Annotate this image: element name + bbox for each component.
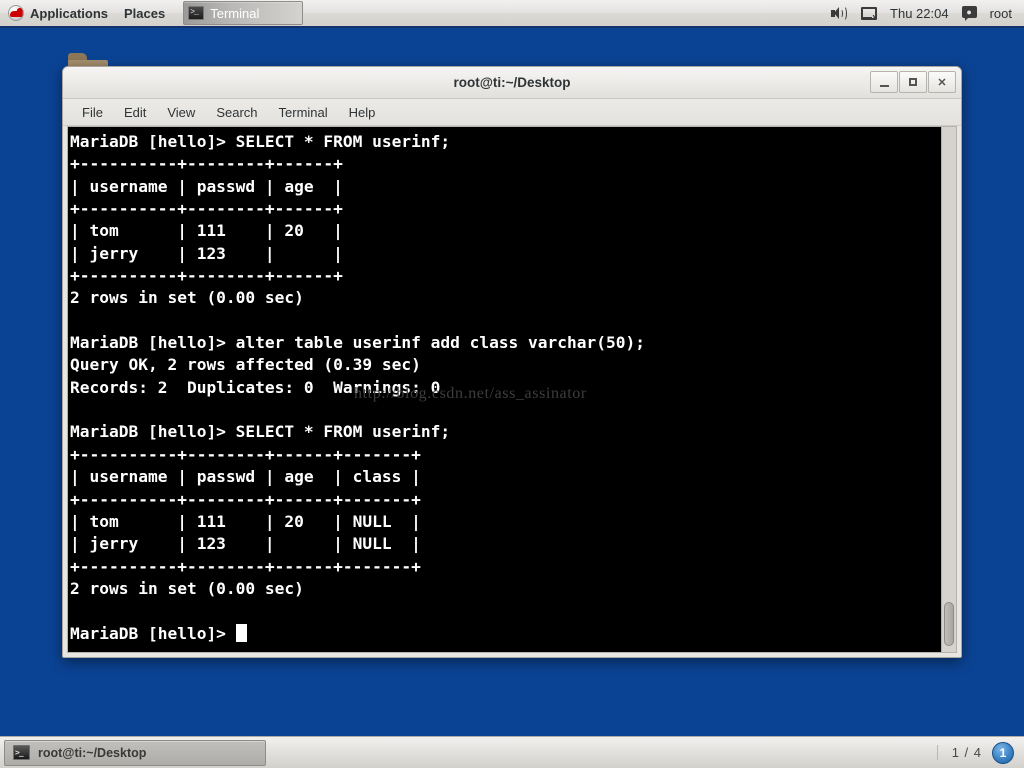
user-name[interactable]: root [990, 6, 1012, 21]
terminal-line: +----------+--------+------+-------+ [70, 489, 421, 509]
user-icon[interactable]: ● [961, 6, 977, 21]
system-tray: x Thu 22:04 ● root [830, 5, 1024, 22]
terminal-icon: >_ [13, 745, 30, 760]
workspace-current-badge[interactable]: 1 [992, 741, 1014, 764]
terminal-line: +----------+--------+------+ [70, 266, 343, 286]
terminal-cursor [235, 623, 247, 642]
menu-help[interactable]: Help [340, 102, 385, 123]
applications-menu[interactable]: Applications [0, 0, 116, 26]
menu-bar: File Edit View Search Terminal Help [63, 99, 961, 126]
terminal-line: | username | passwd | age | class | [70, 467, 421, 487]
taskbar-list: >_ root@ti:~/Desktop [0, 739, 937, 766]
places-menu[interactable]: Places [116, 0, 173, 26]
maximize-button[interactable] [899, 71, 927, 93]
menu-view[interactable]: View [158, 102, 204, 123]
terminal-line: | jerry | 123 | | NULL | [70, 534, 421, 554]
bottom-panel: >_ root@ti:~/Desktop 1 / 4 1 [0, 736, 1024, 768]
terminal-line: +----------+--------+------+-------+ [70, 444, 421, 464]
terminal-line: | tom | 111 | 20 | NULL | [70, 511, 421, 531]
terminal-line: +----------+--------+------+-------+ [70, 556, 421, 576]
terminal-line: Records: 2 Duplicates: 0 Warnings: 0 [70, 377, 441, 397]
title-bar[interactable]: root@ti:~/Desktop ✕ [63, 67, 961, 99]
terminal-line: | username | passwd | age | [70, 176, 343, 196]
terminal-window: root@ti:~/Desktop ✕ File Edit View Searc… [62, 66, 962, 658]
close-button[interactable]: ✕ [928, 71, 956, 93]
top-panel: Applications Places >_ Terminal x Thu 22… [0, 0, 1024, 28]
panel-window-terminal[interactable]: >_ Terminal [183, 1, 304, 25]
applications-menu-label: Applications [30, 5, 109, 21]
minimize-button[interactable] [870, 71, 898, 93]
terminal-line: +----------+--------+------+ [70, 154, 343, 174]
terminal-line: | jerry | 123 | | [70, 243, 343, 263]
terminal-line: MariaDB [hello]> SELECT * FROM userinf; [70, 422, 451, 442]
terminal-output[interactable]: MariaDB [hello]> SELECT * FROM userinf; +… [68, 127, 941, 652]
terminal-icon: >_ [188, 6, 205, 20]
clock[interactable]: Thu 22:04 [890, 6, 949, 21]
redhat-logo-icon [8, 5, 24, 21]
scrollbar-thumb[interactable] [944, 602, 954, 646]
terminal-line: 2 rows in set (0.00 sec) [70, 288, 304, 308]
network-disconnected-icon[interactable]: x [860, 5, 878, 22]
terminal-line: MariaDB [hello]> alter table userinf add… [70, 333, 645, 353]
workspace-switcher: 1 / 4 1 [936, 741, 1024, 764]
panel-window-label: Terminal [210, 5, 260, 21]
terminal-line: Query OK, 2 rows affected (0.39 sec) [70, 355, 421, 375]
window-title: root@ti:~/Desktop [453, 75, 571, 90]
terminal-line: | tom | 111 | 20 | [70, 221, 343, 241]
menu-file[interactable]: File [73, 102, 112, 123]
terminal-line: +----------+--------+------+ [70, 199, 343, 219]
workspace-count: 1 / 4 [936, 745, 982, 760]
terminal-line: MariaDB [hello]> [70, 623, 941, 645]
places-menu-label: Places [124, 5, 166, 21]
taskbar-item-terminal[interactable]: >_ root@ti:~/Desktop [4, 739, 266, 766]
terminal-body: MariaDB [hello]> SELECT * FROM userinf; +… [67, 126, 957, 653]
volume-icon[interactable] [830, 5, 848, 22]
menu-edit[interactable]: Edit [115, 102, 155, 123]
taskbar-item-label: root@ti:~/Desktop [38, 745, 147, 760]
terminal-line: 2 rows in set (0.00 sec) [70, 578, 304, 598]
panel-window-list: >_ Terminal [173, 1, 830, 25]
menu-terminal[interactable]: Terminal [270, 102, 337, 123]
menu-search[interactable]: Search [207, 102, 266, 123]
terminal-line: MariaDB [hello]> SELECT * FROM userinf; [70, 132, 451, 151]
terminal-scrollbar[interactable] [941, 127, 956, 652]
window-controls: ✕ [870, 71, 956, 93]
